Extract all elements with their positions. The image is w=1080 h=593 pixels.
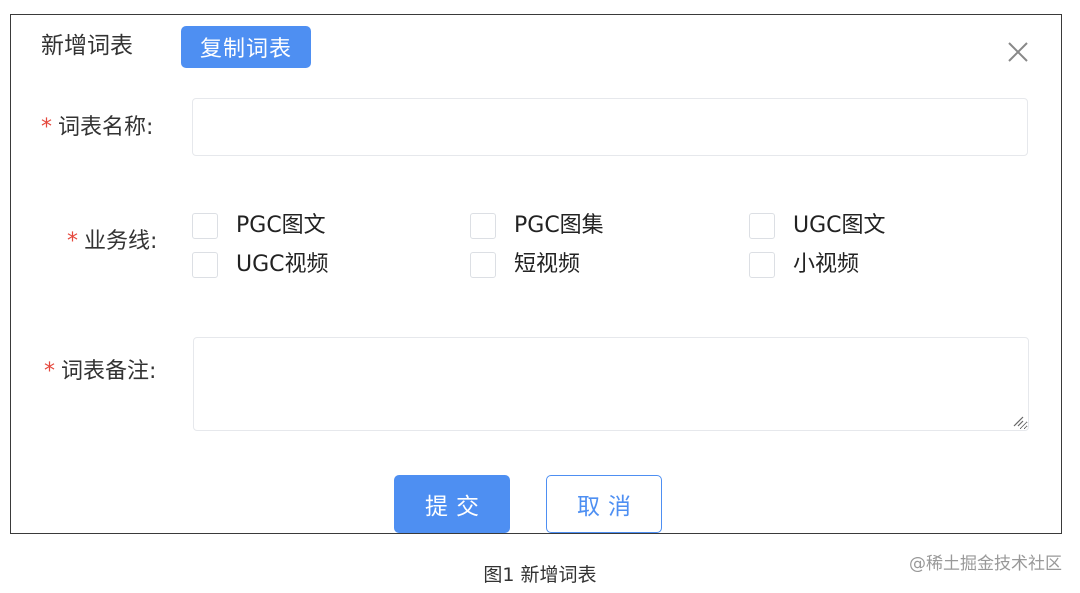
resize-handle-icon[interactable] xyxy=(1012,415,1024,427)
business-line-label: * 业务线: xyxy=(67,229,158,254)
checkbox-label: UGC视频 xyxy=(236,252,329,277)
checkbox-pgc-article[interactable]: PGC图文 xyxy=(192,211,326,241)
checkbox-box[interactable] xyxy=(470,252,496,278)
checkbox-ugc-video[interactable]: UGC视频 xyxy=(192,250,329,280)
checkbox-box[interactable] xyxy=(470,213,496,239)
checkbox-label: UGC图文 xyxy=(793,213,886,238)
checkbox-box[interactable] xyxy=(192,213,218,239)
wordlist-remark-label: * 词表备注: xyxy=(44,359,157,384)
wordlist-name-input[interactable] xyxy=(192,98,1028,156)
required-mark: * xyxy=(41,115,52,140)
submit-button[interactable]: 提交 xyxy=(394,475,510,533)
checkbox-label: 短视频 xyxy=(514,252,581,277)
required-mark: * xyxy=(67,229,78,254)
checkbox-label: PGC图集 xyxy=(514,213,604,238)
dialog-title: 新增词表 xyxy=(41,33,133,59)
required-mark: * xyxy=(44,359,55,384)
checkbox-box[interactable] xyxy=(192,252,218,278)
close-icon[interactable] xyxy=(1007,41,1029,63)
checkbox-short-video[interactable]: 短视频 xyxy=(470,250,580,280)
checkbox-ugc-article[interactable]: UGC图文 xyxy=(749,211,886,241)
checkbox-box[interactable] xyxy=(749,252,775,278)
checkbox-pgc-gallery[interactable]: PGC图集 xyxy=(470,211,604,241)
checkbox-box[interactable] xyxy=(749,213,775,239)
wordlist-name-label: * 词表名称: xyxy=(41,115,154,140)
checkbox-mini-video[interactable]: 小视频 xyxy=(749,250,859,280)
cancel-button[interactable]: 取消 xyxy=(546,475,662,533)
source-watermark: @稀土掘金技术社区 xyxy=(909,554,1062,574)
copy-wordlist-button[interactable]: 复制词表 xyxy=(181,26,311,68)
checkbox-label: PGC图文 xyxy=(236,213,326,238)
checkbox-label: 小视频 xyxy=(793,252,860,277)
add-wordlist-dialog: 新增词表 复制词表 * 词表名称: * 业务线: PGC图文 PGC图集 UGC图文 xyxy=(10,14,1062,534)
page: 新增词表 复制词表 * 词表名称: * 业务线: PGC图文 PGC图集 UGC图文 xyxy=(0,0,1080,593)
wordlist-remark-textarea[interactable] xyxy=(193,337,1029,431)
